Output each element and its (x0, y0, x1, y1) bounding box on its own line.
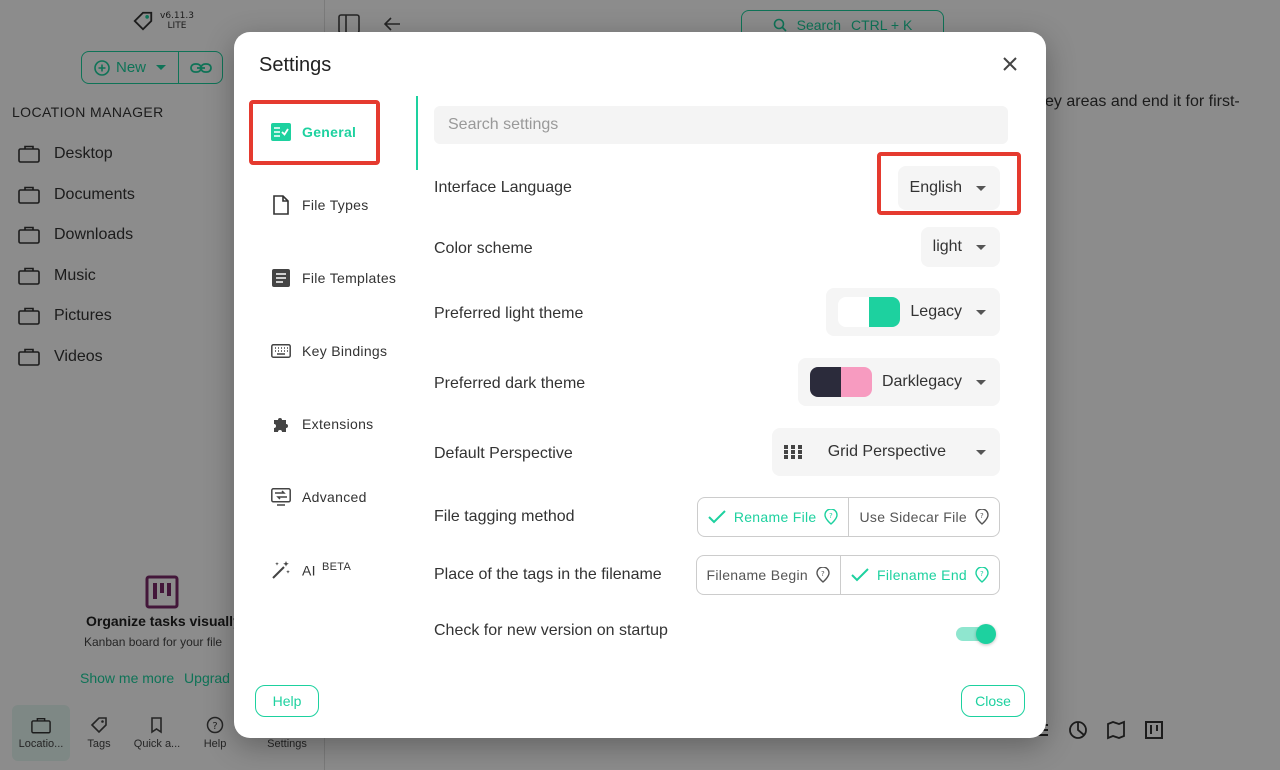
help-button[interactable]: Help (255, 685, 319, 717)
color-scheme-value: light (932, 238, 962, 255)
settings-dialog: Settings General File Types File Templat… (234, 32, 1046, 738)
settings-search-input[interactable] (434, 106, 1008, 144)
perspective-value: Grid Perspective (827, 443, 946, 460)
switch-knob (976, 624, 996, 644)
keyboard-icon (270, 340, 292, 362)
check-version-switch[interactable] (956, 624, 996, 644)
swatch-color (869, 297, 901, 327)
chevron-down-icon (976, 244, 986, 250)
filename-begin-option[interactable]: Filename Begin ? (697, 556, 840, 594)
file-icon (270, 194, 292, 216)
option-label: Filename End (877, 567, 967, 583)
swatch-color (840, 367, 872, 397)
tab-label: Extensions (302, 416, 374, 432)
chevron-down-icon (976, 309, 986, 315)
light-theme-value: Legacy (910, 303, 962, 320)
tab-file-types[interactable]: File Types (270, 194, 369, 216)
option-label: Rename File (733, 509, 817, 525)
svg-text:?: ? (980, 512, 984, 520)
tab-label: File Templates (302, 270, 397, 286)
swatch-color (809, 367, 841, 397)
dark-theme-swatch (809, 367, 872, 397)
swatch-color (838, 297, 870, 327)
color-scheme-select[interactable]: light (920, 227, 1000, 267)
help-pin-icon: ? (975, 567, 989, 583)
svg-text:?: ? (980, 570, 984, 578)
tab-label: Key Bindings (302, 343, 388, 359)
dark-theme-select[interactable]: Darklegacy (797, 358, 1000, 406)
highlight-box-language (877, 152, 1021, 215)
puzzle-icon (270, 413, 292, 435)
tab-extensions[interactable]: Extensions (270, 413, 373, 435)
tab-general[interactable]: General (270, 121, 356, 143)
tab-label: File Types (302, 197, 369, 213)
dark-theme-value: Darklegacy (881, 373, 962, 390)
dark-theme-label: Preferred dark theme (434, 375, 586, 392)
tab-advanced[interactable]: Advanced (270, 486, 367, 508)
color-scheme-label: Color scheme (434, 240, 533, 257)
tab-ai[interactable]: AI BETA (270, 559, 351, 581)
light-theme-label: Preferred light theme (434, 305, 584, 322)
grid-icon (783, 445, 802, 459)
sidecar-file-option[interactable]: Use Sidecar File ? (848, 498, 999, 536)
dialog-title: Settings (259, 54, 332, 76)
default-perspective-label: Default Perspective (434, 445, 573, 462)
chevron-down-icon (976, 449, 986, 455)
tagging-method-label: File tagging method (434, 508, 575, 525)
tab-label-ai: AI BETA (302, 561, 351, 579)
close-button[interactable]: Close (961, 685, 1025, 717)
close-icon (1003, 57, 1017, 71)
magic-wand-icon (270, 559, 292, 581)
svg-text:?: ? (821, 570, 825, 578)
option-label: Filename Begin (706, 567, 809, 583)
default-perspective-select[interactable]: Grid Perspective (771, 428, 1000, 476)
option-label: Use Sidecar File (859, 509, 967, 525)
tags-place-label: Place of the tags in the filename (434, 566, 662, 583)
help-pin-icon: ? (816, 567, 830, 583)
help-pin-icon: ? (975, 509, 989, 525)
filename-end-option[interactable]: Filename End ? (840, 556, 999, 594)
light-theme-swatch (838, 297, 901, 327)
rename-file-option[interactable]: Rename File ? (698, 498, 849, 536)
chevron-down-icon (976, 379, 986, 385)
tab-label: AI (302, 562, 316, 579)
check-version-label: Check for new version on startup (434, 622, 668, 639)
close-dialog-button[interactable] (998, 52, 1022, 76)
tab-key-bindings[interactable]: Key Bindings (270, 340, 387, 362)
general-settings-icon (270, 121, 292, 143)
document-icon (270, 267, 292, 289)
help-pin-icon: ? (824, 509, 839, 525)
tab-file-templates[interactable]: File Templates (270, 267, 396, 289)
interface-language-label: Interface Language (434, 179, 572, 196)
advanced-icon (270, 486, 292, 508)
active-tab-indicator (416, 96, 418, 170)
beta-badge: BETA (322, 561, 352, 574)
check-icon (708, 510, 726, 524)
check-icon (851, 568, 869, 582)
tagging-method-toggle: Rename File ? Use Sidecar File ? (696, 497, 1000, 537)
tab-label: General (302, 124, 357, 140)
light-theme-select[interactable]: Legacy (826, 288, 1000, 336)
svg-text:?: ? (829, 512, 833, 520)
tab-label: Advanced (302, 489, 367, 505)
tags-place-toggle: Filename Begin ? Filename End ? (695, 555, 1000, 595)
